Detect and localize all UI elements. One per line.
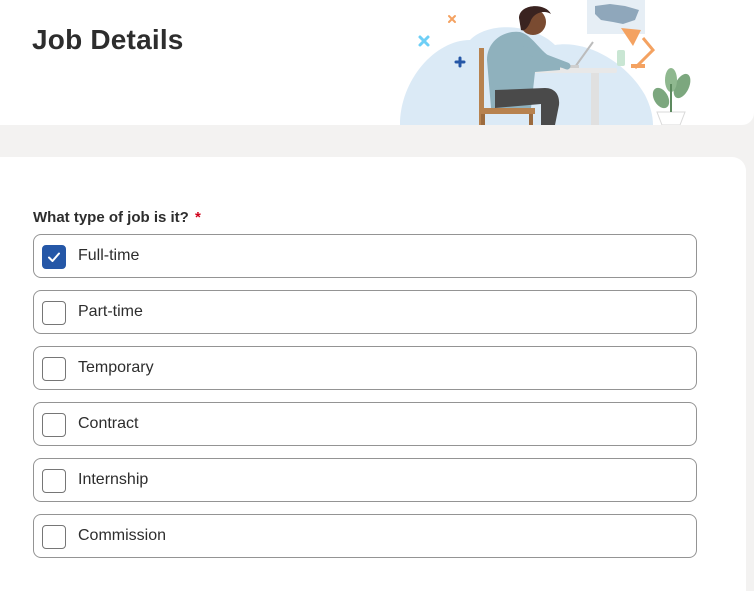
option-internship[interactable]: Internship [33,458,697,502]
option-contract[interactable]: Contract [33,402,697,446]
job-type-options: Full-time Part-time Temporary Contract I… [33,234,697,570]
question-label: What type of job is it? * [33,209,201,226]
content-card: What type of job is it? * Full-time Part… [0,157,746,591]
checkbox-commission[interactable] [42,525,66,549]
option-temporary[interactable]: Temporary [33,346,697,390]
checkbox-internship[interactable] [42,469,66,493]
option-part-time[interactable]: Part-time [33,290,697,334]
option-label: Temporary [78,359,154,376]
sparkle-icon [418,35,430,47]
sparkle-icon [448,15,456,23]
option-label: Commission [78,527,167,544]
checkbox-part-time[interactable] [42,301,66,325]
checkbox-full-time[interactable] [42,245,66,269]
checkbox-contract[interactable] [42,413,66,437]
page-title: Job Details [32,24,184,55]
checkbox-temporary[interactable] [42,357,66,381]
option-full-time[interactable]: Full-time [33,234,697,278]
header-card: Job Details [0,0,754,125]
required-marker: * [195,209,201,226]
option-label: Internship [78,471,149,488]
option-label: Part-time [78,303,143,320]
option-label: Contract [78,415,139,432]
person-at-desk-illustration [400,0,691,125]
check-icon [48,252,60,262]
option-commission[interactable]: Commission [33,514,697,558]
question-text: What type of job is it? [33,209,189,226]
option-label: Full-time [78,247,140,264]
